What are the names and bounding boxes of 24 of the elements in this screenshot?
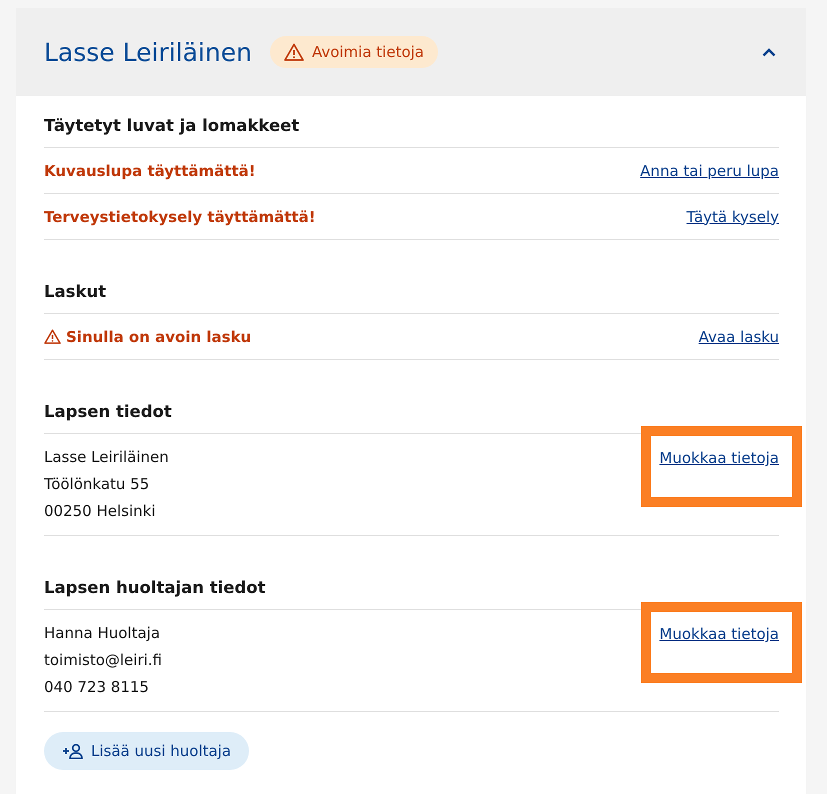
info-line: 040 723 8115 — [44, 677, 150, 698]
edit-link[interactable]: Muokkaa tietoja — [659, 625, 779, 643]
child-name-heading: Lasse Leiriläinen — [44, 38, 252, 66]
section-heading: Laskut — [44, 282, 779, 314]
info-line: Lasse Leiriläinen — [44, 447, 169, 468]
warning-icon — [284, 43, 304, 61]
info-line: Hanna Huoltaja — [44, 623, 162, 644]
info-line: 00250 Helsinki — [44, 501, 157, 522]
action-link[interactable]: Täytä kysely — [686, 208, 779, 226]
status-text: Terveystietokysely täyttämättä! — [44, 208, 316, 226]
badge-text: Avoimia tietoja — [312, 43, 424, 61]
chevron-icon — [762, 48, 776, 56]
add-guardian-button[interactable]: Lisää uusi huoltaja — [44, 732, 250, 770]
info-line: toimisto@leiri.fi — [44, 650, 162, 671]
section-heading: Lapsen tiedot — [44, 402, 779, 434]
status-text: Kuvauslupa täyttämättä! — [44, 162, 256, 180]
section-heading: Lapsen huoltajan tiedot — [44, 578, 779, 610]
action-link[interactable]: Avaa lasku — [698, 328, 779, 346]
action-link[interactable]: Anna tai peru lupa — [640, 162, 779, 180]
status-text: Sinulla on avoin lasku — [44, 328, 252, 346]
section-heading: Täytetyt luvat ja lomakkeet — [44, 116, 779, 148]
edit-link[interactable]: Muokkaa tietoja — [659, 449, 779, 467]
info-line: Töölönkatu 55 — [44, 474, 150, 495]
add-person-icon — [62, 743, 84, 759]
